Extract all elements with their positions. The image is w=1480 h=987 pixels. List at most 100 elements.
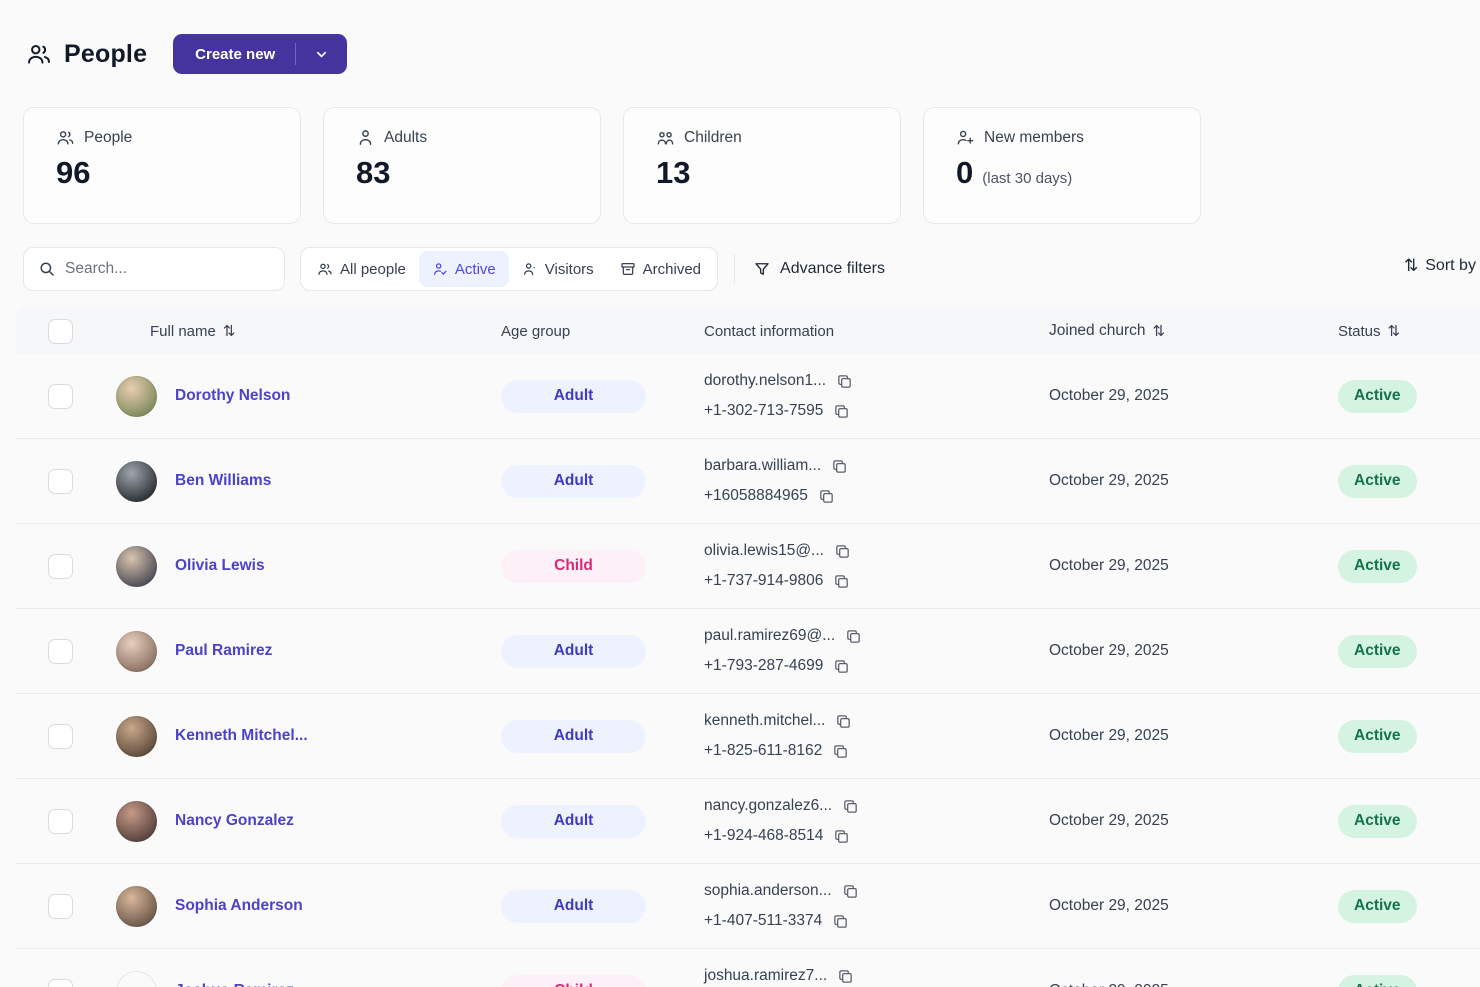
chevron-down-icon[interactable] (296, 47, 347, 62)
table-row: Ben Williams Adult barbara.william... +1… (16, 439, 1480, 524)
tab-active[interactable]: Active (419, 251, 509, 287)
row-checkbox[interactable] (48, 639, 73, 664)
age-group-badge: Adult (501, 635, 646, 668)
person-name-link[interactable]: Olivia Lewis (175, 557, 265, 575)
copy-phone-icon[interactable] (833, 403, 850, 420)
joined-date: October 29, 2025 (1049, 642, 1169, 659)
select-all-checkbox[interactable] (48, 319, 73, 344)
copy-email-icon[interactable] (836, 373, 853, 390)
copy-email-icon[interactable] (845, 628, 862, 645)
person-name-link[interactable]: Kenneth Mitchel... (175, 727, 308, 745)
row-checkbox[interactable] (48, 724, 73, 749)
copy-phone-icon[interactable] (833, 573, 850, 590)
status-badge: Active (1338, 635, 1417, 668)
person-name-link[interactable]: Dorothy Nelson (175, 387, 290, 405)
phone-text: +1-407-511-3374 (704, 912, 822, 930)
joined-date: October 29, 2025 (1049, 387, 1169, 404)
person-name-link[interactable]: Paul Ramirez (175, 642, 272, 660)
stat-value: 0 (956, 155, 973, 191)
copy-phone-icon[interactable] (832, 913, 849, 930)
copy-email-icon[interactable] (842, 883, 859, 900)
copy-phone-icon[interactable] (832, 743, 849, 760)
advance-filters-button[interactable]: Advance filters (753, 260, 885, 278)
copy-email-icon[interactable] (835, 713, 852, 730)
adult-icon (356, 128, 375, 147)
age-group-badge: Adult (501, 720, 646, 753)
tab-visitors[interactable]: Visitors (509, 251, 607, 287)
status-badge: Active (1338, 720, 1417, 753)
people-filter-tabs: All people Active Visitors Archived (300, 247, 718, 291)
avatar (116, 971, 157, 987)
phone-text: +1-793-287-4699 (704, 657, 823, 675)
person-name-link[interactable]: Joshua Ramirez (175, 982, 294, 987)
person-name-link[interactable]: Ben Williams (175, 472, 271, 490)
age-group-badge: Adult (501, 380, 646, 413)
search-input[interactable] (65, 260, 270, 278)
filter-bar: All people Active Visitors Archived (23, 247, 1480, 291)
joined-date: October 29, 2025 (1049, 557, 1169, 574)
row-checkbox[interactable] (48, 554, 73, 579)
age-group-badge: Adult (501, 805, 646, 838)
phone-text: +1-825-611-8162 (704, 742, 822, 760)
copy-phone-icon[interactable] (818, 488, 835, 505)
page-header: People Create new (0, 0, 1480, 86)
stat-card-people: People 96 (23, 107, 301, 224)
phone-text: +1-302-713-7595 (704, 402, 823, 420)
tab-label: Visitors (545, 261, 594, 278)
stat-label: People (84, 129, 132, 147)
email-text: olivia.lewis15@... (704, 542, 824, 560)
person-name-link[interactable]: Nancy Gonzalez (175, 812, 294, 830)
stat-label: Adults (384, 129, 427, 147)
table-row: Sophia Anderson Adult sophia.anderson...… (16, 864, 1480, 949)
search-box[interactable] (23, 247, 285, 291)
sort-icon[interactable]: ⇅ (1153, 322, 1166, 340)
sort-icon: ⇅ (1404, 256, 1418, 276)
stat-card-children: Children 13 (623, 107, 901, 224)
column-header-joined: Joined church (1049, 322, 1146, 340)
create-new-button[interactable]: Create new (173, 34, 347, 74)
table-row: Nancy Gonzalez Adult nancy.gonzalez6... … (16, 779, 1480, 864)
email-text: paul.ramirez69@... (704, 627, 835, 645)
stats-row: People 96 Adults 83 Child (0, 86, 1480, 224)
row-checkbox[interactable] (48, 979, 73, 987)
status-badge: Active (1338, 465, 1417, 498)
joined-date: October 29, 2025 (1049, 472, 1169, 489)
phone-text: +1-924-468-8514 (704, 827, 823, 845)
advance-filters-label: Advance filters (780, 260, 885, 278)
copy-email-icon[interactable] (834, 543, 851, 560)
copy-email-icon[interactable] (837, 968, 854, 985)
tab-all-people[interactable]: All people (304, 251, 419, 287)
row-checkbox[interactable] (48, 469, 73, 494)
row-checkbox[interactable] (48, 809, 73, 834)
children-icon (656, 128, 675, 147)
email-text: dorothy.nelson1... (704, 372, 826, 390)
sort-by-button[interactable]: ⇅ Sort by (1404, 256, 1476, 276)
avatar (116, 461, 157, 502)
divider (734, 254, 735, 284)
copy-phone-icon[interactable] (833, 658, 850, 675)
phone-text: +1-737-914-9806 (704, 572, 823, 590)
tab-label: Archived (643, 261, 701, 278)
sort-icon[interactable]: ⇅ (1388, 322, 1401, 340)
joined-date: October 29, 2025 (1049, 727, 1169, 744)
people-table: Full name ⇅ Age group Contact informatio… (16, 308, 1480, 987)
copy-email-icon[interactable] (831, 458, 848, 475)
sort-icon[interactable]: ⇅ (223, 322, 236, 340)
people-icon (26, 41, 52, 67)
copy-email-icon[interactable] (842, 798, 859, 815)
person-name-link[interactable]: Sophia Anderson (175, 897, 303, 915)
email-text: joshua.ramirez7... (704, 967, 827, 985)
row-checkbox[interactable] (48, 894, 73, 919)
stat-value: 96 (56, 155, 90, 191)
joined-date: October 29, 2025 (1049, 982, 1169, 987)
avatar (116, 376, 157, 417)
tab-label: Active (455, 261, 496, 278)
email-text: kenneth.mitchel... (704, 712, 825, 730)
row-checkbox[interactable] (48, 384, 73, 409)
new-member-icon (956, 128, 975, 147)
copy-phone-icon[interactable] (833, 828, 850, 845)
avatar (116, 716, 157, 757)
joined-date: October 29, 2025 (1049, 812, 1169, 829)
tab-archived[interactable]: Archived (607, 251, 714, 287)
table-header: Full name ⇅ Age group Contact informatio… (16, 308, 1480, 354)
